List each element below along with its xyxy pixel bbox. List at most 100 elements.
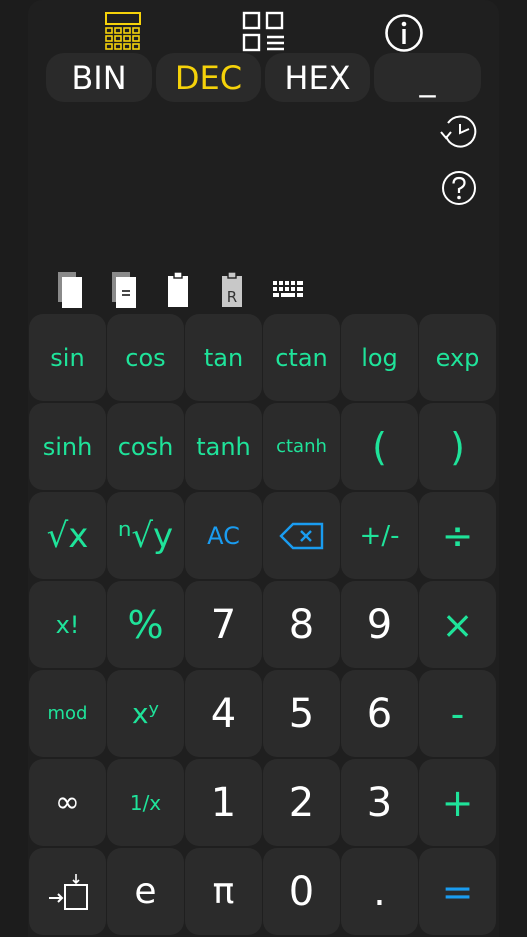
- nth-root-label: ⁿ√y: [117, 515, 174, 556]
- ctanh-label: ctanh: [276, 436, 327, 457]
- digit-9-label: 9: [366, 601, 393, 648]
- log-label: log: [361, 343, 398, 372]
- sin-label: sin: [50, 343, 85, 372]
- digit-0-key[interactable]: 0: [263, 848, 340, 935]
- calculator-icon[interactable]: [104, 12, 142, 52]
- percent-label: %: [127, 602, 164, 647]
- store-to-box-icon: [48, 873, 88, 910]
- info-icon[interactable]: [383, 12, 425, 54]
- euler-key[interactable]: e: [107, 848, 184, 935]
- mode-dec-button[interactable]: DEC: [156, 53, 261, 102]
- ctan-key[interactable]: ctan: [263, 314, 340, 401]
- ctanh-key[interactable]: ctanh: [263, 403, 340, 490]
- keypad: sin cos tan ctan log exp sinh cosh tanh ctanh () √x…: [29, 314, 498, 937]
- digit-3-key[interactable]: 3: [341, 759, 418, 846]
- multiply-key[interactable]: ×: [419, 581, 496, 668]
- plus-key[interactable]: +: [419, 759, 496, 846]
- nth-root-key[interactable]: ⁿ√y: [107, 492, 184, 579]
- mod-label: mod: [47, 703, 88, 724]
- tanh-label: tanh: [196, 432, 251, 461]
- copy-result-icon[interactable]: [109, 270, 139, 310]
- digit-0-label: 0: [288, 868, 315, 915]
- digit-8-label: 8: [288, 601, 315, 648]
- ctan-label: ctan: [275, 343, 328, 372]
- digit-7-key[interactable]: 7: [185, 581, 262, 668]
- mode-custom-button[interactable]: _: [374, 53, 481, 102]
- cos-label: cos: [125, 343, 166, 372]
- infinity-key[interactable]: ∞: [29, 759, 106, 846]
- paste-icon[interactable]: [165, 270, 191, 310]
- mode-hex-button[interactable]: HEX: [265, 53, 370, 102]
- digit-9-key[interactable]: 9: [341, 581, 418, 668]
- tan-key[interactable]: tan: [185, 314, 262, 401]
- open-paren-label: (: [372, 424, 387, 469]
- reciprocal-label: 1/x: [129, 790, 162, 815]
- cosh-label: cosh: [117, 432, 174, 461]
- copy-icon[interactable]: [55, 270, 85, 310]
- help-icon[interactable]: [440, 169, 478, 207]
- close-paren-key[interactable]: ): [419, 403, 496, 490]
- history-icon[interactable]: [437, 114, 479, 152]
- clear-all-label: AC: [207, 521, 240, 550]
- keyboard-icon[interactable]: [271, 270, 305, 310]
- digit-6-label: 6: [366, 690, 393, 737]
- mod-key[interactable]: mod: [29, 670, 106, 757]
- factorial-key[interactable]: x!: [29, 581, 106, 668]
- sinh-label: sinh: [42, 432, 93, 461]
- digit-7-label: 7: [210, 601, 237, 648]
- decimal-key[interactable]: .: [341, 848, 418, 935]
- sqrt-key[interactable]: √x: [29, 492, 106, 579]
- svg-text:R: R: [227, 288, 237, 306]
- mode-bin-button[interactable]: BIN: [46, 53, 152, 102]
- paste-replace-icon[interactable]: R: [219, 270, 245, 310]
- digit-2-key[interactable]: 2: [263, 759, 340, 846]
- close-paren-label: ): [450, 424, 465, 469]
- divide-label: ÷: [441, 513, 474, 558]
- infinity-label: ∞: [55, 785, 80, 820]
- digit-4-label: 4: [210, 690, 237, 737]
- digit-3-label: 3: [366, 779, 393, 826]
- sign-toggle-key[interactable]: +/-: [341, 492, 418, 579]
- equals-label: =: [441, 869, 474, 914]
- digit-4-key[interactable]: 4: [185, 670, 262, 757]
- factorial-label: x!: [55, 610, 80, 639]
- power-key[interactable]: xʸ: [107, 670, 184, 757]
- equals-key[interactable]: =: [419, 848, 496, 935]
- plus-label: +: [441, 780, 474, 825]
- digit-2-label: 2: [288, 779, 315, 826]
- clear-all-key[interactable]: AC: [185, 492, 262, 579]
- exp-key[interactable]: exp: [419, 314, 496, 401]
- number-base-selector: BIN DEC HEX _: [46, 53, 482, 102]
- divide-key[interactable]: ÷: [419, 492, 496, 579]
- cos-key[interactable]: cos: [107, 314, 184, 401]
- digit-8-key[interactable]: 8: [263, 581, 340, 668]
- open-paren-key[interactable]: (: [341, 403, 418, 490]
- minus-label: -: [450, 691, 465, 736]
- minus-key[interactable]: -: [419, 670, 496, 757]
- exp-label: exp: [435, 343, 480, 372]
- log-key[interactable]: log: [341, 314, 418, 401]
- pi-label: π: [212, 871, 235, 912]
- sinh-key[interactable]: sinh: [29, 403, 106, 490]
- grid-menu-icon[interactable]: [242, 11, 286, 53]
- backspace-key[interactable]: ⌫: [263, 492, 340, 579]
- percent-key[interactable]: %: [107, 581, 184, 668]
- digit-5-key[interactable]: 5: [263, 670, 340, 757]
- digit-1-label: 1: [210, 779, 237, 826]
- tan-label: tan: [203, 343, 244, 372]
- power-label: xʸ: [131, 697, 159, 730]
- euler-label: e: [134, 871, 157, 912]
- decimal-label: .: [373, 868, 386, 915]
- cosh-key[interactable]: cosh: [107, 403, 184, 490]
- store-key[interactable]: →□: [29, 848, 106, 935]
- backspace-icon: [278, 522, 323, 549]
- digit-5-label: 5: [288, 690, 315, 737]
- tanh-key[interactable]: tanh: [185, 403, 262, 490]
- digit-6-key[interactable]: 6: [341, 670, 418, 757]
- multiply-label: ×: [441, 602, 474, 647]
- digit-1-key[interactable]: 1: [185, 759, 262, 846]
- pi-key[interactable]: π: [185, 848, 262, 935]
- sign-toggle-label: +/-: [359, 520, 400, 551]
- sin-key[interactable]: sin: [29, 314, 106, 401]
- reciprocal-key[interactable]: 1/x: [107, 759, 184, 846]
